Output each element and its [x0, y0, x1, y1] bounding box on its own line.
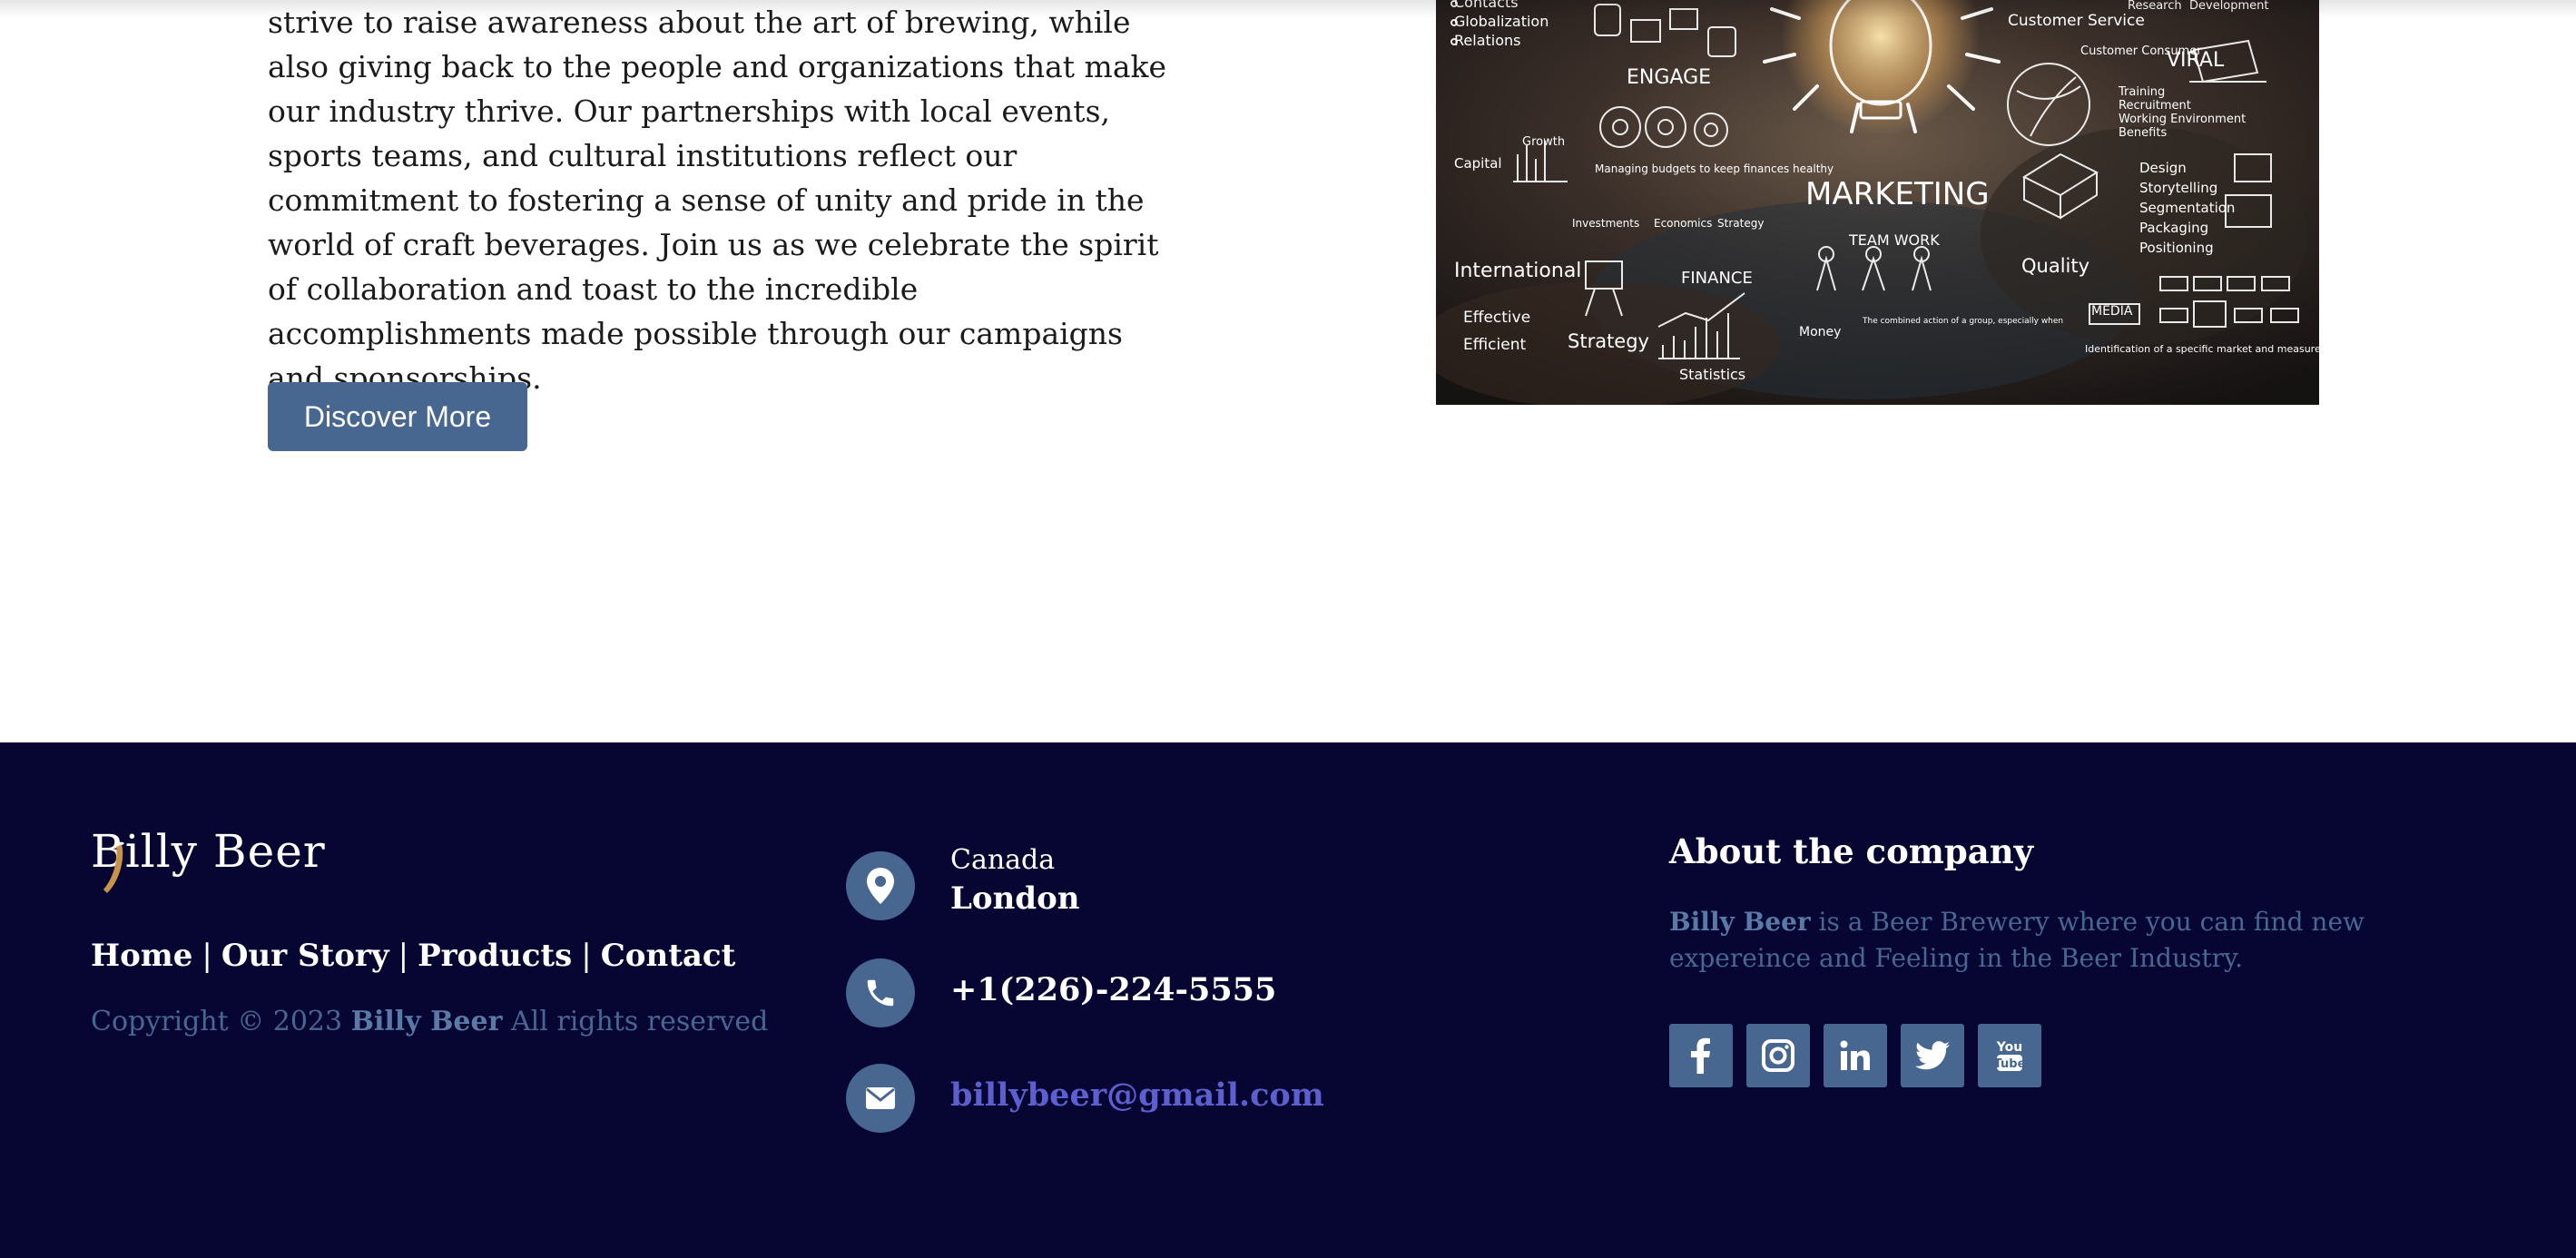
- image-label-strategy-small: Strategy: [1717, 217, 1764, 230]
- youtube-icon[interactable]: You Tube: [1978, 1024, 2041, 1087]
- image-label-team-work: TEAM WORK: [1848, 231, 1940, 249]
- linkedin-icon[interactable]: [1824, 1024, 1887, 1087]
- image-label-money: Money: [1799, 325, 1841, 339]
- image-label-storytelling: Storytelling: [2139, 180, 2217, 196]
- copyright-suffix: All rights reserved: [510, 1006, 769, 1037]
- content-section: strive to raise awareness about the art …: [0, 0, 2576, 742]
- image-label-design: Design: [2139, 160, 2187, 176]
- image-label-efficient: Efficient: [1463, 336, 1526, 354]
- envelope-icon: [846, 1064, 915, 1133]
- footer-link-products[interactable]: Products: [418, 938, 572, 974]
- contact-email-link[interactable]: billybeer@gmail.com: [950, 1076, 1324, 1114]
- image-label-relations: Relations: [1454, 32, 1520, 49]
- image-label-finance: FINANCE: [1681, 269, 1753, 288]
- image-label-effective: Effective: [1463, 309, 1530, 327]
- discover-more-button[interactable]: Discover More: [268, 382, 527, 451]
- image-label-statistics: Statistics: [1679, 366, 1745, 383]
- nav-separator: |: [581, 938, 592, 974]
- contact-phone[interactable]: +1(226)-224-5555: [950, 971, 1276, 1008]
- footer-link-our-story[interactable]: Our Story: [221, 938, 389, 974]
- about-brand: Billy Beer: [1669, 907, 1811, 937]
- contact-country: Canada: [950, 844, 1056, 876]
- image-label-managing-budgets: Managing budgets to keep finances health…: [1595, 162, 1834, 175]
- image-label-training: Training: [2118, 85, 2165, 99]
- image-label-working-environment: Working Environment: [2119, 113, 2246, 126]
- svg-text:Tube: Tube: [1994, 1057, 2025, 1071]
- location-pin-icon: [846, 851, 915, 920]
- instagram-icon[interactable]: [1746, 1024, 1810, 1087]
- image-label-quality: Quality: [2021, 255, 2089, 277]
- image-label-economics: Economics: [1654, 217, 1712, 230]
- body-paragraph: strive to raise awareness about the art …: [268, 5, 1167, 396]
- nav-separator: |: [398, 938, 409, 974]
- image-label-segmentation: Segmentation: [2139, 200, 2235, 216]
- image-label-development: Development: [2189, 0, 2269, 13]
- contact-city: London: [950, 880, 1080, 917]
- marketing-image: Contacts Globalization Relations ENGAGE …: [1436, 0, 2319, 405]
- image-label-strategy: Strategy: [1568, 330, 1649, 352]
- about-heading: About the company: [1669, 831, 2034, 871]
- image-label-benefits: Benefits: [2119, 126, 2167, 140]
- image-label-globalization: Globalization: [1454, 13, 1549, 30]
- image-label-positioning: Positioning: [2139, 240, 2214, 256]
- image-label-viral: VIRAL: [2167, 49, 2225, 72]
- image-label-capital: Capital: [1454, 155, 1502, 172]
- beer-horn-icon: [103, 841, 125, 893]
- image-label-identification: Identification of a specific market and …: [2085, 343, 2319, 355]
- footer-link-contact[interactable]: Contact: [601, 938, 736, 974]
- footer: Billy Beer Home | Our Story | Products | Conta…: [0, 742, 2576, 1258]
- image-label-international: International: [1454, 260, 1581, 282]
- image-label-investments: Investments: [1572, 217, 1639, 230]
- phone-icon: [846, 958, 915, 1027]
- copyright-brand: Billy Beer: [350, 1006, 503, 1037]
- image-label-marketing: MARKETING: [1805, 176, 1990, 212]
- nav-separator: |: [202, 938, 212, 974]
- image-label-recruitment: Recruitment: [2119, 99, 2191, 113]
- image-label-combined-action: The combined action of a group, especial…: [1862, 317, 2063, 326]
- image-label-research: Research: [2128, 0, 2182, 13]
- svg-text:You: You: [1996, 1040, 2022, 1055]
- copyright: Copyright © 2023 Billy Beer All rights r…: [91, 1006, 768, 1037]
- footer-link-home[interactable]: Home: [91, 938, 192, 974]
- image-label-contacts: Contacts: [1454, 0, 1519, 11]
- facebook-icon[interactable]: [1669, 1024, 1733, 1087]
- footer-nav: Home | Our Story | Products | Contact: [91, 938, 735, 974]
- image-label-customer-service: Customer Service: [2008, 12, 2145, 30]
- image-label-engage: ENGAGE: [1627, 66, 1711, 89]
- twitter-icon[interactable]: [1901, 1024, 1964, 1087]
- image-label-media: MEDIA: [2091, 304, 2133, 319]
- image-label-growth: Growth: [1522, 135, 1565, 149]
- billy-beer-logo[interactable]: Billy Beer: [91, 824, 326, 893]
- about-text: Billy Beer is a Beer Brewery where you c…: [1669, 904, 2414, 977]
- copyright-prefix: Copyright © 2023: [91, 1006, 343, 1037]
- image-label-packaging: Packaging: [2139, 220, 2208, 236]
- social-links: You Tube: [1669, 1024, 2041, 1087]
